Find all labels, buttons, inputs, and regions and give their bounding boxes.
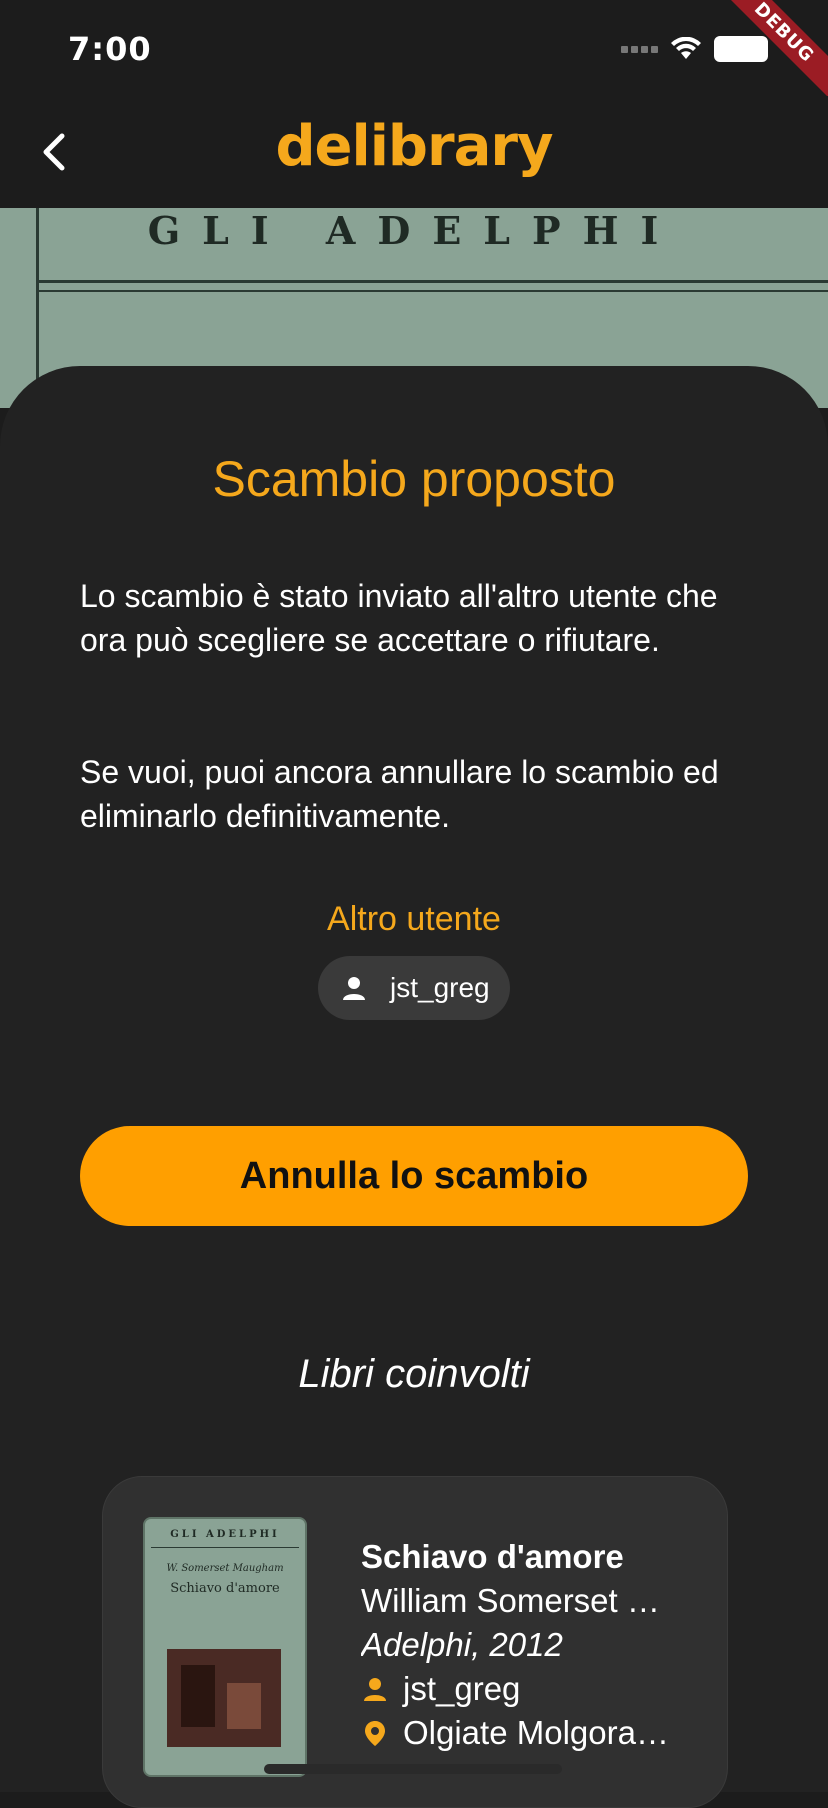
wifi-icon xyxy=(671,37,701,59)
status-time: 7:00 xyxy=(68,30,152,68)
other-user-chip[interactable]: jst_greg xyxy=(318,956,510,1020)
book-location: Olgiate Molgora… xyxy=(403,1714,669,1751)
exchange-sheet: Scambio proposto Lo scambio è stato invi… xyxy=(0,366,828,1808)
person-icon xyxy=(364,1678,386,1701)
book-cover-image: GLI ADELPHI W. Somerset Maugham Schiavo … xyxy=(143,1517,307,1777)
books-heading: Libri coinvolti xyxy=(298,1352,530,1396)
book-info: Schiavo d'amore William Somerset … Adelp… xyxy=(361,1535,701,1755)
cover-series-text: GLI ADELPHI xyxy=(147,208,681,253)
status-icons xyxy=(621,36,768,62)
info-paragraph-2: Se vuoi, puoi ancora annullare lo scambi… xyxy=(80,754,719,834)
book-location-row: Olgiate Molgora… xyxy=(361,1711,701,1755)
person-icon xyxy=(343,977,365,1000)
cover-series: GLI ADELPHI xyxy=(170,1529,280,1540)
book-owner-row: jst_greg xyxy=(361,1667,701,1711)
book-card[interactable]: GLI ADELPHI W. Somerset Maugham Schiavo … xyxy=(102,1476,728,1808)
cover-author: W. Somerset Maugham xyxy=(166,1563,284,1574)
other-user-label: Altro utente xyxy=(327,900,501,938)
book-title: Schiavo d'amore xyxy=(361,1538,624,1575)
app-bar: delibrary xyxy=(0,96,828,208)
battery-icon xyxy=(714,36,768,62)
app-title: delibrary xyxy=(275,114,553,179)
cover-title: Schiavo d'amore xyxy=(170,1581,280,1596)
status-bar: 7:00 DEBUG xyxy=(0,0,828,107)
signal-icon xyxy=(621,45,658,53)
location-pin-icon xyxy=(365,1721,385,1746)
book-publisher: Adelphi, 2012 xyxy=(361,1626,563,1663)
book-author: William Somerset … xyxy=(361,1582,660,1619)
cancel-exchange-button[interactable]: Annulla lo scambio xyxy=(80,1126,748,1226)
other-user-name: jst_greg xyxy=(390,972,490,1003)
book-owner: jst_greg xyxy=(403,1670,521,1707)
info-paragraph-1: Lo scambio è stato inviato all'altro ute… xyxy=(80,578,718,658)
home-indicator xyxy=(264,1764,562,1774)
sheet-title: Scambio proposto xyxy=(212,451,616,507)
